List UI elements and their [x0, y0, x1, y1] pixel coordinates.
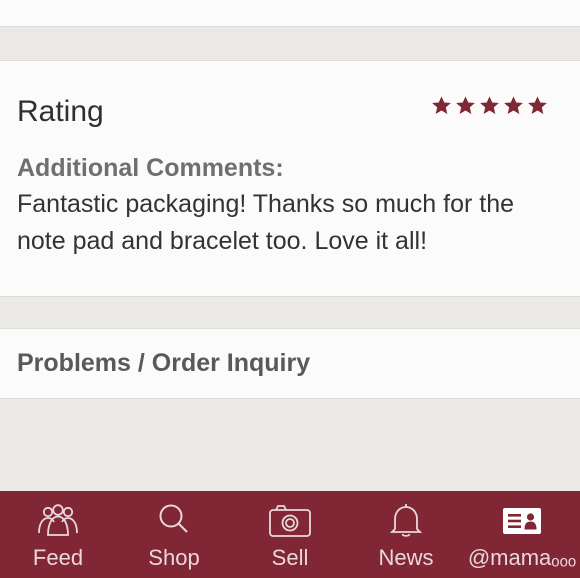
nav-sell[interactable]: Sell [232, 491, 348, 578]
nav-shop-label: Shop [148, 545, 200, 570]
profile-card-icon [503, 508, 541, 534]
nav-feed[interactable]: Feed [0, 491, 116, 578]
star-icon [432, 96, 451, 114]
nav-profile-label: @mamaₒₒₒ [467, 545, 577, 570]
star-icon [528, 96, 547, 114]
search-icon [159, 504, 188, 533]
nav-profile[interactable]: @mamaₒₒₒ [464, 491, 580, 578]
star-icon [456, 96, 475, 114]
bell-icon [389, 504, 423, 537]
nav-shop[interactable]: Shop [116, 491, 232, 578]
rating-title: Rating [17, 95, 104, 128]
nav-sell-label: Sell [271, 545, 309, 570]
nav-feed-label: Feed [32, 545, 84, 570]
comments-label: Additional Comments: [17, 154, 284, 182]
star-icon [480, 96, 499, 114]
star-rating [431, 95, 548, 116]
nav-news-label: News [378, 545, 434, 570]
star-icon [504, 96, 523, 114]
bottom-nav: Feed Shop Sell News @mamaₒₒₒ [0, 491, 580, 578]
camera-icon [269, 505, 311, 537]
people-icon [38, 504, 78, 536]
nav-news[interactable]: News [348, 491, 464, 578]
previous-card [0, 0, 580, 27]
comments-text: Fantastic packaging! Thanks so much for … [17, 190, 515, 255]
problems-order-inquiry-link[interactable]: Problems / Order Inquiry [17, 346, 310, 380]
